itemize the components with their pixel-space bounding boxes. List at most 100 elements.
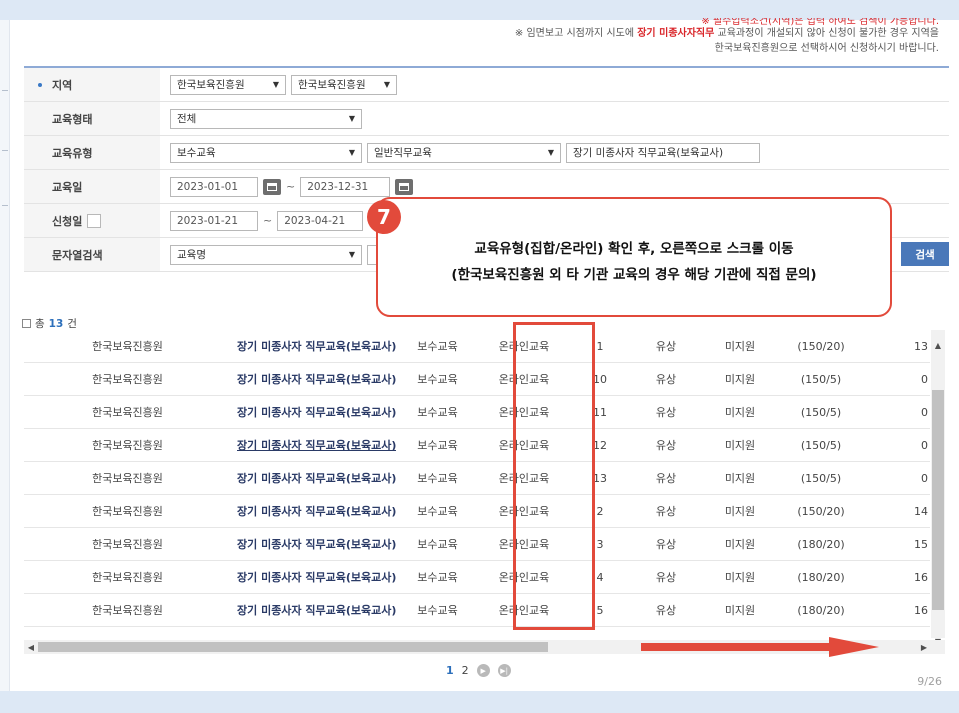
row-category: 보수교육 bbox=[417, 505, 458, 518]
row-extra: 15 bbox=[914, 537, 928, 551]
row-support: 미지원 bbox=[724, 373, 756, 386]
table-row: 한국보육진흥원 장기 미종사자 직무교육(보육교사) 보수교육 온라인교육 5 유상 미지원… bbox=[24, 594, 930, 627]
scroll-right-arrow-annotation bbox=[641, 637, 879, 657]
row-course-link[interactable]: 장기 미종사자 직무교육(보육교사) bbox=[231, 602, 396, 618]
edu-type-select-2[interactable]: 일반직무교육 ▼ bbox=[367, 142, 561, 163]
calendar-icon[interactable] bbox=[395, 178, 414, 195]
chevron-down-icon: ▼ bbox=[547, 148, 554, 157]
row-course-link[interactable]: 장기 미종사자 직무교육(보육교사) bbox=[231, 338, 396, 354]
row-support: 미지원 bbox=[724, 340, 756, 353]
slide-page-counter: 9/26 bbox=[917, 675, 942, 688]
table-row: 한국보육진흥원 장기 미종사자 직무교육(보육교사) 보수교육 온라인교육 4 유상 미지원… bbox=[24, 561, 930, 594]
row-category: 보수교육 bbox=[417, 604, 458, 617]
vertical-scrollbar[interactable]: ▲ ▼ bbox=[931, 330, 945, 646]
row-category: 보수교육 bbox=[417, 472, 458, 485]
filter-row-region: 지역 한국보육진흥원 ▼ 한국보육진흥원 ▼ bbox=[24, 68, 949, 102]
gutter-mark bbox=[2, 205, 8, 206]
search-button[interactable]: 검색 bbox=[901, 242, 949, 266]
row-course-link[interactable]: 장기 미종사자 직무교육(보육교사) bbox=[231, 371, 396, 387]
row-capacity: (180/20) bbox=[797, 570, 845, 584]
callout-line-1: 교육유형(집합/온라인) 확인 후, 오른쪽으로 스크롤 이동 bbox=[474, 241, 794, 257]
edu-form-select[interactable]: 전체 ▼ bbox=[170, 108, 362, 129]
row-support: 미지원 bbox=[724, 604, 756, 617]
edu-type-select-3[interactable]: 장기 미종사자 직무교육(보육교사) bbox=[566, 142, 760, 163]
row-capacity: (150/5) bbox=[800, 405, 842, 419]
apply-date-label: 신청일 bbox=[52, 214, 83, 228]
apply-date-checkbox[interactable] bbox=[87, 213, 102, 228]
row-fee: 유상 bbox=[655, 472, 677, 485]
row-extra: 0 bbox=[921, 405, 928, 419]
row-category: 보수교육 bbox=[417, 439, 458, 452]
table-row: 한국보육진흥원 장기 미종사자 직무교육(보육교사) 보수교육 온라인교육 3 유상 미지원… bbox=[24, 528, 930, 561]
row-support: 미지원 bbox=[724, 538, 756, 551]
row-course-link[interactable]: 장기 미종사자 직무교육(보육교사) bbox=[231, 437, 396, 453]
row-course-link[interactable]: 장기 미종사자 직무교육(보육교사) bbox=[231, 635, 396, 636]
page-link-current[interactable]: 1 bbox=[446, 664, 454, 677]
pagination: 1 2 ▶ ▶| bbox=[446, 664, 511, 677]
row-support: 미지원 bbox=[724, 472, 756, 485]
scroll-up-icon[interactable]: ▲ bbox=[931, 338, 945, 352]
row-org: 한국보육진흥원 bbox=[92, 373, 163, 386]
row-org: 한국보육진흥원 bbox=[92, 538, 163, 551]
row-mode: 온라인교육 bbox=[479, 635, 569, 636]
row-extra: 0 bbox=[921, 471, 928, 485]
row-capacity: (180/20) bbox=[797, 537, 845, 551]
row-org: 한국보육진흥원 bbox=[92, 472, 163, 485]
gutter-mark bbox=[2, 150, 8, 151]
total-count: 총 13 건 bbox=[22, 316, 77, 331]
bottom-bar bbox=[0, 691, 959, 713]
table-row: 한국보육진흥원 장기 미종사자 직무교육(보육교사) 보수교육 온라인교육 11 유상 미지… bbox=[24, 396, 930, 429]
notice-highlight: 장기 미종사자직무 bbox=[637, 28, 715, 39]
row-extra: 16 bbox=[914, 603, 928, 617]
row-category: 보수교육 bbox=[417, 538, 458, 551]
list-icon bbox=[22, 319, 31, 328]
row-extra: 13 bbox=[914, 339, 928, 353]
row-course-link[interactable]: 장기 미종사자 직무교육(보육교사) bbox=[231, 536, 396, 552]
region-select-2[interactable]: 한국보육진흥원 ▼ bbox=[291, 74, 397, 95]
row-fee: 유상 bbox=[655, 340, 677, 353]
calendar-icon[interactable] bbox=[263, 178, 281, 195]
horizontal-scroll-thumb[interactable] bbox=[38, 642, 548, 652]
text-search-field-select[interactable]: 교육명 ▼ bbox=[170, 244, 362, 265]
gutter-mark bbox=[2, 90, 8, 91]
instruction-callout: 교육유형(집합/온라인) 확인 후, 오른쪽으로 스크롤 이동 (한국보육진흥원… bbox=[376, 197, 892, 317]
row-category: 보수교육 bbox=[417, 373, 458, 386]
row-support: 미지원 bbox=[724, 406, 756, 419]
edu-end-date-input[interactable]: 2023-12-31 bbox=[300, 176, 391, 197]
circle-prev-icon[interactable]: ▶ bbox=[476, 664, 490, 677]
row-fee: 유상 bbox=[655, 604, 677, 617]
vertical-scroll-thumb[interactable] bbox=[932, 390, 944, 610]
chevron-down-icon: ▼ bbox=[383, 80, 390, 89]
region-select-1[interactable]: 한국보육진흥원 ▼ bbox=[170, 74, 286, 95]
row-capacity: (150/20) bbox=[797, 504, 845, 518]
row-course-link[interactable]: 장기 미종사자 직무교육(보육교사) bbox=[231, 569, 396, 585]
edu-type-select-1[interactable]: 보수교육 ▼ bbox=[170, 142, 362, 163]
range-separator: ~ bbox=[263, 214, 273, 227]
row-category: 보수교육 bbox=[417, 406, 458, 419]
row-fee: 유상 bbox=[655, 406, 677, 419]
results-table: 한국보육진흥원 장기 미종사자 직무교육(보육교사) 보수교육 온라인교육 1 유상 미지원… bbox=[24, 330, 930, 636]
online-column-highlight bbox=[513, 322, 595, 630]
edu-start-date-input[interactable]: 2023-01-01 bbox=[170, 176, 258, 197]
callout-line-2: (한국보육진흥원 외 타 기관 교육의 경우 해당 기관에 직접 문의) bbox=[451, 267, 817, 283]
table-row: 한국보육진흥원 장기 미종사자 직무교육(보육교사) 보수교육 온라인교육 13 유상 미지… bbox=[24, 462, 930, 495]
row-category: 보수교육 bbox=[417, 571, 458, 584]
row-course-link[interactable]: 장기 미종사자 직무교육(보육교사) bbox=[231, 503, 396, 519]
row-org: 한국보육진흥원 bbox=[92, 505, 163, 518]
scroll-right-icon[interactable]: ▶ bbox=[917, 640, 931, 654]
row-course-link[interactable]: 장기 미종사자 직무교육(보육교사) bbox=[231, 404, 396, 420]
page-link[interactable]: 2 bbox=[462, 664, 469, 677]
row-capacity: (180/20) bbox=[797, 603, 845, 617]
apply-start-date-input[interactable]: 2023-01-21 bbox=[170, 210, 258, 231]
row-support: 미지원 bbox=[724, 439, 756, 452]
left-gutter bbox=[0, 20, 10, 691]
filter-label-edu-type: 교육유형 bbox=[24, 136, 160, 169]
row-fee: 유상 bbox=[655, 439, 677, 452]
apply-end-date-input[interactable]: 2023-04-21 bbox=[277, 210, 364, 231]
filter-label-region: 지역 bbox=[24, 68, 160, 101]
circle-next-icon[interactable]: ▶| bbox=[497, 664, 511, 677]
row-support: 미지원 bbox=[701, 635, 779, 636]
scroll-left-icon[interactable]: ◀ bbox=[24, 640, 38, 654]
row-course-link[interactable]: 장기 미종사자 직무교육(보육교사) bbox=[231, 470, 396, 486]
filter-row-edu-type: 교육유형 보수교육 ▼ 일반직무교육 ▼ 장기 미종사자 직무교육(보육교사) bbox=[24, 136, 949, 170]
